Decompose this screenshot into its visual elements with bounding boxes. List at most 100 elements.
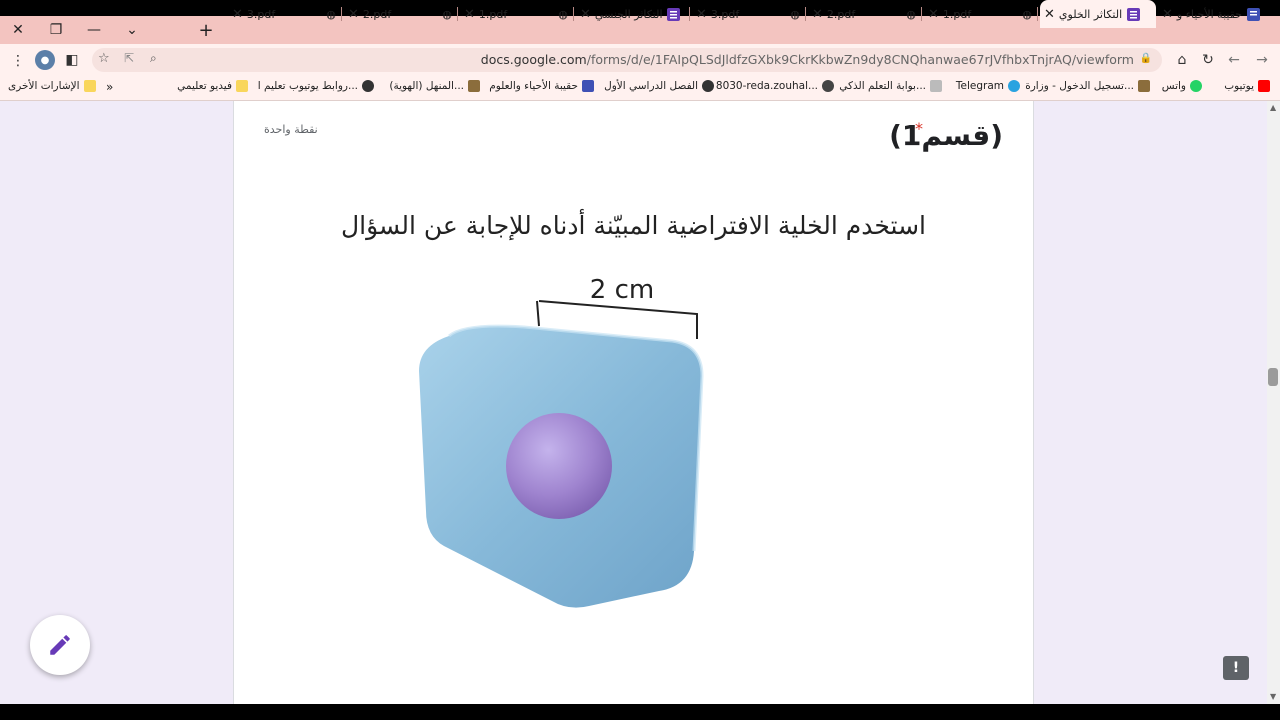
whatsapp-icon xyxy=(1190,80,1202,92)
url-text[interactable]: docs.google.com/forms/d/e/1FAIpQLSdJldfz… xyxy=(481,52,1134,67)
tab-label: 3.pdf xyxy=(710,7,740,21)
more-bookmarks-button[interactable]: » xyxy=(106,80,113,94)
tab-4[interactable]: ✕ 2.pdf ◍ xyxy=(808,0,922,28)
required-asterisk: * xyxy=(915,119,923,138)
bookmark-youtube[interactable]: يوتيوب xyxy=(1224,80,1270,92)
lock-icon[interactable]: 🔒 xyxy=(1140,53,1152,64)
arrow-right-icon: → xyxy=(1256,52,1268,68)
bookmark-label: 8030-reda.zouhal... xyxy=(715,80,818,92)
zoom-icon[interactable]: ⌕ xyxy=(150,51,157,66)
question-title: (قسم1) xyxy=(889,119,1003,152)
forward-button[interactable]: → xyxy=(1252,50,1272,70)
portal-icon xyxy=(930,80,942,92)
tab-label: حقيبة الأحياء و xyxy=(1176,7,1243,21)
tab-label: 3.pdf xyxy=(246,7,276,21)
pencil-icon xyxy=(50,635,70,655)
menu-button[interactable]: ⋮ xyxy=(8,51,28,71)
tab-3[interactable]: ✕ 1.pdf ◍ xyxy=(924,0,1038,28)
tab-7[interactable]: ✕ 1.pdf ◍ xyxy=(460,0,574,28)
bookmark-almanhal[interactable]: المنهل (الهوية)... xyxy=(389,80,480,92)
bookmark-first-semester[interactable]: الفصل الدراسي الأول xyxy=(604,80,714,92)
feedback-button[interactable]: ! xyxy=(1223,656,1249,680)
tab-label: 1.pdf xyxy=(478,7,508,21)
back-button[interactable]: ← xyxy=(1224,50,1244,70)
profile-avatar[interactable]: ● xyxy=(35,50,55,70)
folder-icon xyxy=(236,80,248,92)
close-tab-icon[interactable]: ✕ xyxy=(232,7,243,22)
bookmark-label: روابط يوتيوب تعليم ا... xyxy=(257,80,358,92)
close-tab-icon[interactable]: ✕ xyxy=(1162,7,1173,22)
bookmark-moe-login[interactable]: تسجيل الدخول - وزارة... xyxy=(1025,80,1150,92)
home-icon: ⌂ xyxy=(1177,52,1187,68)
close-tab-icon[interactable]: ✕ xyxy=(696,7,707,22)
tab-1[interactable]: ✕ حقيبة الأحياء و xyxy=(1158,0,1280,28)
question-card: (قسم1) * نقطة واحدة استخدم الخلية الافتر… xyxy=(233,101,1034,704)
reload-button[interactable]: ↻ xyxy=(1198,50,1218,70)
new-tab-button[interactable]: + xyxy=(188,16,224,44)
bookmark-folder-videos[interactable]: فيديو تعليمي xyxy=(177,80,248,92)
restore-window-button[interactable]: ❐ xyxy=(38,16,74,44)
close-tab-icon[interactable]: ✕ xyxy=(580,7,591,22)
forms-favicon-icon xyxy=(667,7,681,21)
close-tab-icon[interactable]: ✕ xyxy=(1044,7,1055,22)
bookmark-whatsapp[interactable]: واتس xyxy=(1162,80,1202,92)
globe-icon xyxy=(362,80,374,92)
sidebar-button[interactable]: ◧ xyxy=(62,50,82,70)
youtube-icon xyxy=(1258,80,1270,92)
close-tab-icon[interactable]: ✕ xyxy=(928,7,939,22)
telegram-icon xyxy=(1008,80,1020,92)
chevron-down-icon: ⌄ xyxy=(126,22,138,38)
close-window-button[interactable]: ✕ xyxy=(0,16,36,44)
bookmark-label: يوتيوب xyxy=(1224,80,1254,92)
scroll-down-icon[interactable]: ▼ xyxy=(1270,692,1276,701)
feedback-icon: ! xyxy=(1232,660,1240,676)
window-bottom-border xyxy=(0,704,1280,720)
points-label: نقطة واحدة xyxy=(264,123,318,136)
folder-icon xyxy=(83,80,96,92)
bookmark-other[interactable]: الإشارات الأخرى xyxy=(8,80,96,92)
url-path: /forms/d/e/1FAIpQLSdJldfzGXbk9CkrKkbwZn9… xyxy=(586,52,1134,67)
globe-icon: ◍ xyxy=(790,7,800,21)
avatar-icon: ● xyxy=(40,54,50,66)
address-bar[interactable]: ☆ ⇱ ⌕ docs.google.com/forms/d/e/1FAIpQLS… xyxy=(92,48,1162,72)
bookmark-telegram[interactable]: Telegram xyxy=(956,80,1020,92)
bookmark-label: واتس xyxy=(1161,80,1186,92)
measure-label: 2 cm xyxy=(590,275,654,305)
reload-icon: ↻ xyxy=(1202,52,1214,68)
close-tab-icon[interactable]: ✕ xyxy=(812,7,823,22)
bookmark-label: بوابة التعلم الذكي... xyxy=(839,80,926,92)
scrollbar-thumb[interactable] xyxy=(1268,368,1278,386)
minimize-window-button[interactable]: — xyxy=(76,16,112,44)
close-tab-icon[interactable]: ✕ xyxy=(464,7,475,22)
plus-icon: + xyxy=(198,19,214,41)
tab-6[interactable]: ✕ التكاثر الجنسي xyxy=(576,0,690,28)
home-button[interactable]: ⌂ xyxy=(1172,50,1192,70)
bookmark-reda[interactable]: 8030-reda.zouhal... xyxy=(716,80,834,92)
share-icon[interactable]: ⇱ xyxy=(124,51,134,65)
tab-2-active[interactable]: ✕ التكاثر الخلوي xyxy=(1040,0,1156,28)
bookmark-biology-kit[interactable]: حقيبة الأحياء والعلوم xyxy=(489,80,594,92)
tab-label: 1.pdf xyxy=(942,7,972,21)
bookmark-label: تسجيل الدخول - وزارة... xyxy=(1025,80,1134,92)
double-chevron-icon: » xyxy=(106,80,114,94)
star-icon[interactable]: ☆ xyxy=(98,51,110,66)
bookmark-youtube-links[interactable]: روابط يوتيوب تعليم ا... xyxy=(258,80,374,92)
edit-button[interactable] xyxy=(30,615,90,675)
scroll-up-icon[interactable]: ▲ xyxy=(1270,103,1276,112)
scrollbar-track[interactable] xyxy=(1267,101,1280,704)
tab-8[interactable]: ✕ 2.pdf ◍ xyxy=(344,0,458,28)
sidebar-icon: ◧ xyxy=(65,52,79,68)
globe-icon: ◍ xyxy=(442,7,452,21)
tab-search-button[interactable]: ⌄ xyxy=(114,16,150,44)
tab-9[interactable]: ✕ 3.pdf ◍ xyxy=(228,0,342,28)
bookmark-label: فيديو تعليمي xyxy=(177,80,232,92)
emblem-icon xyxy=(468,80,480,92)
nucleus xyxy=(506,413,612,519)
forms-icon xyxy=(582,80,594,92)
tab-5[interactable]: ✕ 3.pdf ◍ xyxy=(692,0,806,28)
bookmark-label: Telegram xyxy=(955,80,1004,92)
tab-label: 2.pdf xyxy=(362,7,392,21)
bookmark-smart-learning[interactable]: بوابة التعلم الذكي... xyxy=(839,80,942,92)
globe-icon xyxy=(702,80,714,92)
close-tab-icon[interactable]: ✕ xyxy=(348,7,359,22)
